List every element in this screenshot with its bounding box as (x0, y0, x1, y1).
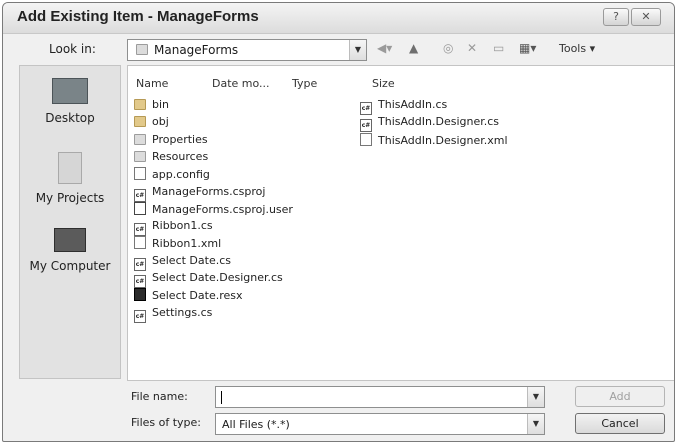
folder-icon (136, 44, 148, 55)
file-item[interactable]: Ribbon1.xml (134, 236, 221, 250)
close-button[interactable]: ✕ (631, 8, 661, 26)
file-item[interactable]: obj (134, 115, 169, 128)
file-item[interactable]: app.config (134, 167, 210, 181)
place-my-projects-label: My Projects (35, 191, 105, 205)
title-bar: Add Existing Item - ManageForms ? ✕ (3, 3, 674, 34)
file-item[interactable]: c# ThisAddIn.cs (360, 98, 447, 115)
cs-icon: c# (134, 223, 146, 237)
cancel-button[interactable]: Cancel (575, 413, 665, 434)
chevron-down-icon[interactable]: ▼ (349, 40, 366, 60)
file-item-label: Select Date.Designer.cs (152, 271, 283, 284)
folder-icon (58, 152, 82, 184)
file-name-input[interactable]: ▼ (215, 386, 545, 408)
cs-icon: c# (360, 119, 372, 133)
views-icon[interactable]: ▦▾ (519, 41, 536, 55)
files-of-type-label: Files of type: (131, 416, 202, 429)
place-my-projects[interactable]: My Projects (20, 152, 120, 205)
file-item-label: ThisAddIn.Designer.cs (378, 115, 500, 129)
look-in-value: ManageForms (154, 43, 239, 57)
file-item-label: Ribbon1.xml (152, 237, 222, 251)
proj-icon (134, 201, 146, 215)
tools-menu[interactable]: Tools ▾ (559, 42, 595, 55)
back-icon[interactable]: ◀▾ (377, 41, 392, 55)
up-folder-icon[interactable]: ▲ (409, 41, 418, 55)
file-item-label: obj (152, 115, 169, 129)
desktop-icon (52, 78, 88, 104)
file-item-label: bin (152, 98, 170, 111)
file-item[interactable]: c# Settings.cs (134, 306, 212, 323)
folder-icon (134, 99, 146, 110)
computer-icon (54, 228, 86, 252)
column-type[interactable]: Type (292, 77, 317, 90)
folder-icon (134, 150, 146, 162)
doc-icon (134, 167, 146, 181)
file-list[interactable]: Name Date mo... Type Size bin obj Properti… (127, 65, 674, 381)
file-item-label: Ribbon1.cs (152, 219, 213, 233)
file-item[interactable]: c# ManageForms.csproj (134, 185, 265, 202)
new-folder-icon[interactable]: ▭ (493, 41, 504, 55)
files-of-type-select[interactable]: All Files (*.*) ▼ (215, 413, 545, 435)
add-existing-item-dialog: Add Existing Item - ManageForms ? ✕ Look… (2, 2, 675, 442)
chevron-down-icon[interactable]: ▼ (527, 414, 544, 434)
file-item-label: ThisAddIn.cs (378, 98, 448, 111)
column-date-modified[interactable]: Date mo... (212, 77, 270, 90)
file-item[interactable]: Properties (134, 133, 208, 146)
tools-label: Tools (559, 42, 587, 55)
file-item-label: ManageForms.csproj.user (152, 202, 293, 216)
file-item[interactable]: Resources (134, 150, 208, 163)
folder-icon (134, 116, 146, 128)
file-item-label: app.config (152, 168, 210, 182)
look-in-combo[interactable]: ManageForms ▼ (127, 39, 367, 61)
resx-icon (134, 288, 146, 302)
column-size[interactable]: Size (372, 77, 395, 90)
column-name[interactable]: Name (136, 77, 168, 90)
file-item[interactable]: c# Select Date.Designer.cs (134, 271, 283, 288)
file-item[interactable]: c# Select Date.cs (134, 254, 231, 271)
file-item-label: ManageForms.csproj (152, 184, 266, 198)
file-item-label: Properties (152, 132, 208, 146)
look-in-label: Look in: (49, 42, 96, 56)
file-item[interactable]: Select Date.resx (134, 288, 243, 302)
doc-icon (134, 236, 146, 250)
cs-icon: c# (360, 102, 372, 115)
cs-icon: c# (134, 188, 146, 202)
cs-icon: c# (134, 275, 146, 288)
place-desktop[interactable]: Desktop (20, 78, 120, 125)
places-bar: Desktop My Projects My Computer (19, 65, 121, 379)
search-web-icon[interactable]: ◎ (443, 41, 453, 55)
cs-icon: c# (134, 257, 146, 271)
place-my-computer-label: My Computer (29, 259, 111, 273)
chevron-down-icon[interactable]: ▼ (527, 387, 544, 407)
file-name-label: File name: (131, 390, 188, 403)
file-item[interactable]: ThisAddIn.Designer.xml (360, 132, 508, 147)
place-my-computer[interactable]: My Computer (20, 228, 120, 273)
file-item[interactable]: ManageForms.csproj.user (134, 201, 293, 216)
file-item[interactable]: c# ThisAddIn.Designer.cs (360, 115, 500, 133)
add-button[interactable]: Add (575, 386, 665, 407)
files-of-type-value: All Files (*.*) (222, 418, 290, 431)
file-item[interactable]: bin (134, 98, 169, 111)
file-item-label: Select Date.resx (152, 289, 243, 303)
folder-icon (134, 133, 146, 145)
place-desktop-label: Desktop (45, 111, 95, 125)
delete-icon[interactable]: ✕ (467, 41, 477, 55)
help-button[interactable]: ? (603, 8, 629, 26)
dialog-title: Add Existing Item - ManageForms (17, 8, 259, 25)
text-caret (221, 391, 222, 404)
cs-icon: c# (134, 309, 146, 323)
file-item-label: Settings.cs (152, 305, 213, 319)
file-item-label: Resources (152, 149, 209, 163)
file-item-label: Select Date.cs (152, 253, 231, 267)
file-item[interactable]: c# Ribbon1.cs (134, 219, 213, 237)
file-item-label: ThisAddIn.Designer.xml (378, 133, 508, 147)
doc-icon (360, 132, 372, 146)
